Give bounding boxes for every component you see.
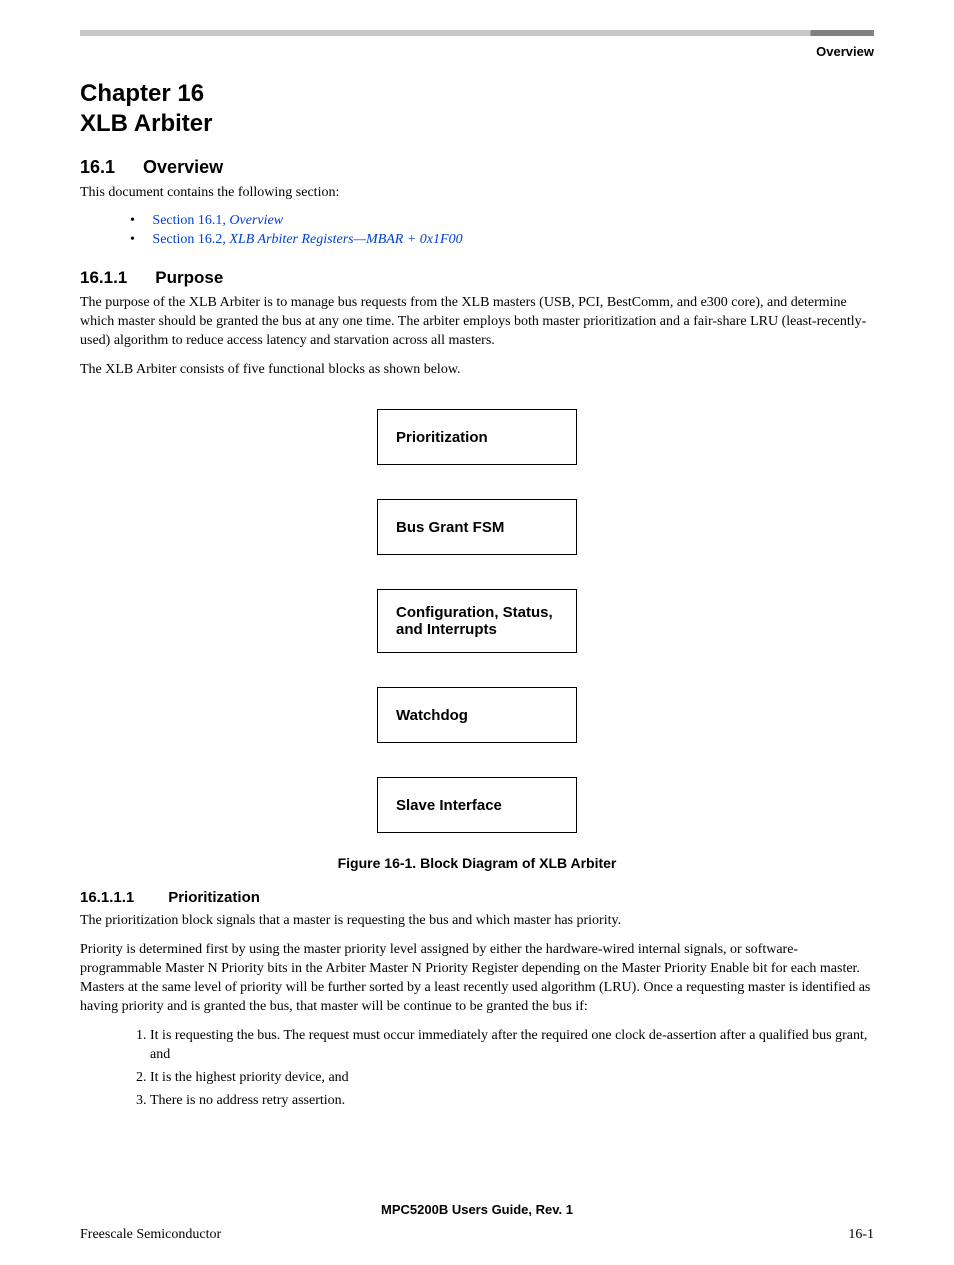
purpose-paragraph-2: The XLB Arbiter consists of five functio…: [80, 361, 874, 380]
conditions-list: It is requesting the bus. The request mu…: [130, 1027, 874, 1111]
section-title: Purpose: [155, 268, 223, 287]
diagram-block-bus-grant-fsm: Bus Grant FSM: [377, 499, 577, 555]
footer-page-number: 16-1: [848, 1227, 874, 1243]
prioritization-paragraph-1: The prioritization block signals that a …: [80, 912, 874, 931]
diagram-block-label: Configuration, Status, and Interrupts: [396, 604, 558, 638]
chapter-title: Chapter 16 XLB Arbiter: [80, 79, 874, 139]
toc-item: Section 16.2, XLB Arbiter Registers—MBAR…: [130, 232, 874, 248]
footer-doc-title: MPC5200B Users Guide, Rev. 1: [0, 1202, 954, 1217]
section-number: 16.1.1.1: [80, 889, 134, 906]
list-item: It is the highest priority device, and: [150, 1069, 874, 1088]
diagram-block-label: Watchdog: [396, 707, 468, 724]
block-diagram: Prioritization Bus Grant FSM Configurati…: [80, 409, 874, 833]
diagram-block-label: Bus Grant FSM: [396, 519, 504, 536]
chapter-number: Chapter 16: [80, 80, 204, 107]
toc-list: Section 16.1, Overview Section 16.2, XLB…: [130, 213, 874, 248]
toc-link-title[interactable]: Overview: [229, 213, 283, 228]
diagram-block-label: Slave Interface: [396, 797, 502, 814]
section-title: Overview: [143, 157, 223, 177]
chapter-name: XLB Arbiter: [80, 110, 212, 137]
footer-company: Freescale Semiconductor: [80, 1227, 221, 1243]
list-item: It is requesting the bus. The request mu…: [150, 1027, 874, 1065]
toc-link-title[interactable]: XLB Arbiter Registers—MBAR + 0x1F00: [229, 232, 462, 247]
figure-caption: Figure 16-1. Block Diagram of XLB Arbite…: [80, 855, 874, 871]
prioritization-paragraph-2: Priority is determined first by using th…: [80, 941, 874, 1017]
purpose-paragraph-1: The purpose of the XLB Arbiter is to man…: [80, 294, 874, 351]
section-heading-purpose: 16.1.1 Purpose: [80, 268, 874, 288]
diagram-block-label: Prioritization: [396, 429, 488, 446]
header-rule: [80, 30, 874, 36]
toc-link[interactable]: Section 16.2,: [152, 232, 229, 247]
section-heading-prioritization: 16.1.1.1 Prioritization: [80, 889, 874, 906]
section-number: 16.1.1: [80, 268, 127, 287]
section-number: 16.1: [80, 157, 115, 177]
list-item: There is no address retry assertion.: [150, 1092, 874, 1111]
diagram-block-slave-interface: Slave Interface: [377, 777, 577, 833]
toc-link[interactable]: Section 16.1,: [152, 213, 229, 228]
running-header: Overview: [80, 44, 874, 59]
diagram-block-prioritization: Prioritization: [377, 409, 577, 465]
section-title: Prioritization: [168, 889, 260, 906]
diagram-block-config-status-interrupts: Configuration, Status, and Interrupts: [377, 589, 577, 653]
diagram-block-watchdog: Watchdog: [377, 687, 577, 743]
section-heading-overview: 16.1 Overview: [80, 157, 874, 178]
toc-item: Section 16.1, Overview: [130, 213, 874, 229]
overview-intro-text: This document contains the following sec…: [80, 184, 874, 203]
